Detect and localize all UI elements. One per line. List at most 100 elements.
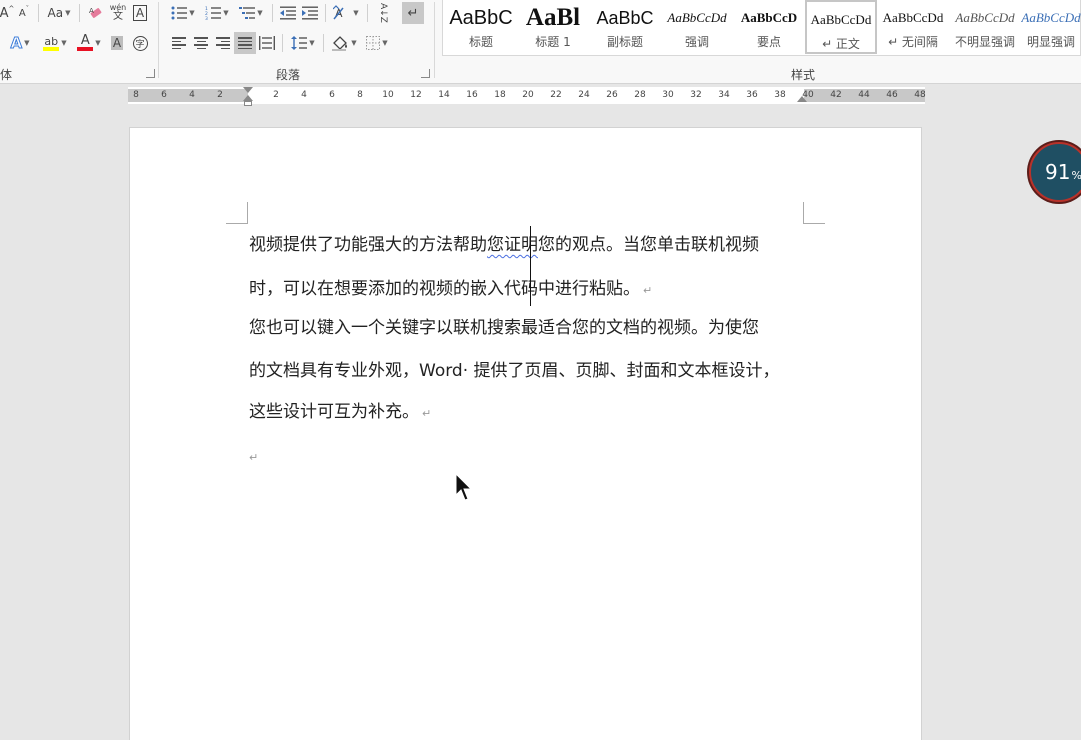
paragraph-2-line-2[interactable]: 的文档具有专业外观，Word· 提供了页眉、页脚、封面和文本框设计， [249, 350, 809, 392]
align-left-icon [172, 36, 186, 50]
paragraph-1-line-1[interactable]: 视频提供了功能强大的方法帮助您证明您的观点。当您单击联机视频 [249, 224, 809, 266]
paragraph-dialog-launcher[interactable] [421, 69, 430, 78]
change-case-button[interactable]: Aa ▼ [43, 2, 75, 24]
ribbon: A^ Aˇ Aa▼ A wén 文 A A▼ ab ▼ A ▼ A 字 体 [0, 0, 1081, 84]
font-color-button[interactable]: A ▼ [73, 32, 105, 54]
style-emphasis[interactable]: AaBbCcDd 强调 [661, 0, 733, 54]
chinese-layout-button[interactable]: A▼ [331, 2, 361, 24]
ruler-tick: 42 [830, 90, 842, 100]
style-name: 强调 [684, 35, 709, 49]
paragraph-mark: ↵ [422, 407, 432, 420]
grow-font-icon: A [0, 5, 9, 21]
character-border-button[interactable]: A [131, 2, 149, 24]
style-heading-1[interactable]: AaBl 标题 1 [517, 0, 589, 54]
ruler-tick: 48 [914, 90, 926, 100]
style-name: 要点 [756, 35, 781, 49]
left-indent-marker[interactable] [244, 101, 252, 106]
separator [38, 4, 39, 22]
multilevel-list-button[interactable]: ▼ [236, 2, 266, 24]
ruler-tick: 12 [410, 90, 422, 100]
separator [325, 4, 326, 22]
style-intense-emphasis[interactable]: AaBbCcDd 明显强调 [1021, 0, 1081, 54]
highlight-color-button[interactable]: ab ▼ [38, 32, 72, 54]
separator [272, 4, 273, 22]
align-right-button[interactable] [212, 32, 234, 54]
text-effects-button[interactable]: A ▼ [6, 32, 34, 54]
ruler-tick: 36 [746, 90, 758, 100]
show-hide-marks-button[interactable]: ↵ [402, 2, 424, 24]
style-name: 标题 1 [535, 35, 571, 49]
right-indent-marker[interactable] [797, 96, 807, 102]
style-sample: AaBbCcDd [955, 10, 1015, 25]
text-run: 这些设计可互为补充。 [249, 402, 419, 422]
ruler-tick: 20 [522, 90, 534, 100]
style-subtitle[interactable]: AaBbC 副标题 [589, 0, 661, 54]
increase-indent-button[interactable] [300, 2, 320, 24]
clear-formatting-button[interactable]: A [86, 2, 106, 24]
svg-text:A: A [89, 7, 94, 15]
style-strong[interactable]: AaBbCcD 要点 [733, 0, 805, 54]
justify-icon [238, 36, 252, 50]
line-spacing-button[interactable]: ▼ [288, 32, 318, 54]
paragraph-2-line-1[interactable]: 您也可以键入一个关键字以联机搜索最适合您的文档的视频。为使您 [249, 307, 809, 349]
eraser-icon: A [89, 7, 102, 18]
font-color-swatch [77, 47, 94, 51]
align-left-button[interactable] [168, 32, 190, 54]
style-no-spacing[interactable]: AaBbCcDd ↵ 无间隔 [877, 0, 949, 54]
phonetic-bottom-label: 文 [113, 11, 123, 22]
style-sample: AaBbCcDd [882, 10, 944, 25]
paragraph-2-line-3[interactable]: 这些设计可互为补充。 ↵ [249, 391, 809, 435]
shading-button[interactable]: ▼ [329, 32, 359, 54]
align-right-icon [216, 36, 230, 50]
crop-mark-top-right [803, 202, 825, 224]
ruler-tick: 24 [578, 90, 590, 100]
font-dialog-launcher[interactable] [146, 69, 155, 78]
style-heading[interactable]: AaBbC 标题 [445, 0, 517, 54]
decrease-indent-icon [280, 6, 296, 20]
horizontal-ruler[interactable]: 8 6 4 2 2 4 6 8 10 12 14 16 18 20 22 24 26 28 30 32 34 36 38 40… [128, 87, 926, 106]
empty-paragraph[interactable]: ↵ [249, 435, 809, 479]
line-spacing-icon [291, 36, 308, 50]
ruler-tick: 32 [690, 90, 702, 100]
performance-badge[interactable]: 91 % [1029, 142, 1081, 202]
sort-icon: A↓Z [378, 3, 388, 23]
justify-button[interactable] [234, 32, 256, 54]
grow-font-button[interactable]: A ^ [0, 2, 14, 24]
distributed-button[interactable] [256, 32, 278, 54]
align-center-icon [194, 36, 208, 50]
separator [367, 4, 368, 22]
paint-bucket-icon [332, 36, 348, 51]
style-subtle-emphasis[interactable]: AaBbCcDd 不明显强调 [949, 0, 1021, 54]
enclose-characters-button[interactable]: 字 [130, 32, 150, 54]
borders-button[interactable]: ▼ [362, 32, 392, 54]
text-run: 视频提供了功能强大的方法帮助 [249, 235, 487, 255]
phonetic-guide-button[interactable]: wén 文 [108, 1, 128, 23]
style-name: 标题 [468, 35, 493, 49]
align-center-button[interactable] [190, 32, 212, 54]
shrink-font-button[interactable]: Aˇ [16, 2, 32, 24]
style-name: ↵ 正文 [822, 37, 860, 51]
style-normal[interactable]: AaBbCcDd ↵ 正文 [805, 0, 877, 54]
sort-button[interactable]: A↓Z [372, 2, 394, 24]
ruler-tick: 46 [886, 90, 898, 100]
character-shading-button[interactable]: A [108, 32, 126, 54]
paragraph-1-line-2[interactable]: 时，可以在想要添加的视频的嵌入代码中进行粘贴。 ↵ [249, 268, 809, 312]
character-shading-icon: A [110, 36, 124, 50]
mouse-pointer-icon [455, 473, 473, 501]
style-name: 副标题 [606, 35, 643, 49]
decrease-indent-button[interactable] [278, 2, 298, 24]
document-page[interactable]: 视频提供了功能强大的方法帮助您证明您的观点。当您单击联机视频 时，可以在想要添加… [129, 127, 922, 740]
enclose-characters-icon: 字 [132, 35, 148, 51]
highlighter-icon: ab [44, 34, 59, 48]
separator [79, 4, 80, 22]
change-case-icon: Aa [47, 6, 64, 20]
bullets-button[interactable]: ▼ [168, 2, 198, 24]
numbering-button[interactable]: 1 2 3 ▼ [202, 2, 232, 24]
font-color-icon: A [80, 33, 90, 48]
highlight-color-swatch [43, 46, 60, 51]
styles-gallery: AaBbC 标题 AaBl 标题 1 AaBbC 副标题 AaBbCcDd 强调… [442, 0, 1081, 56]
first-line-indent-marker[interactable] [243, 87, 253, 93]
borders-icon [366, 36, 381, 50]
ruler-tick: 30 [662, 90, 674, 100]
group-separator [158, 2, 159, 78]
